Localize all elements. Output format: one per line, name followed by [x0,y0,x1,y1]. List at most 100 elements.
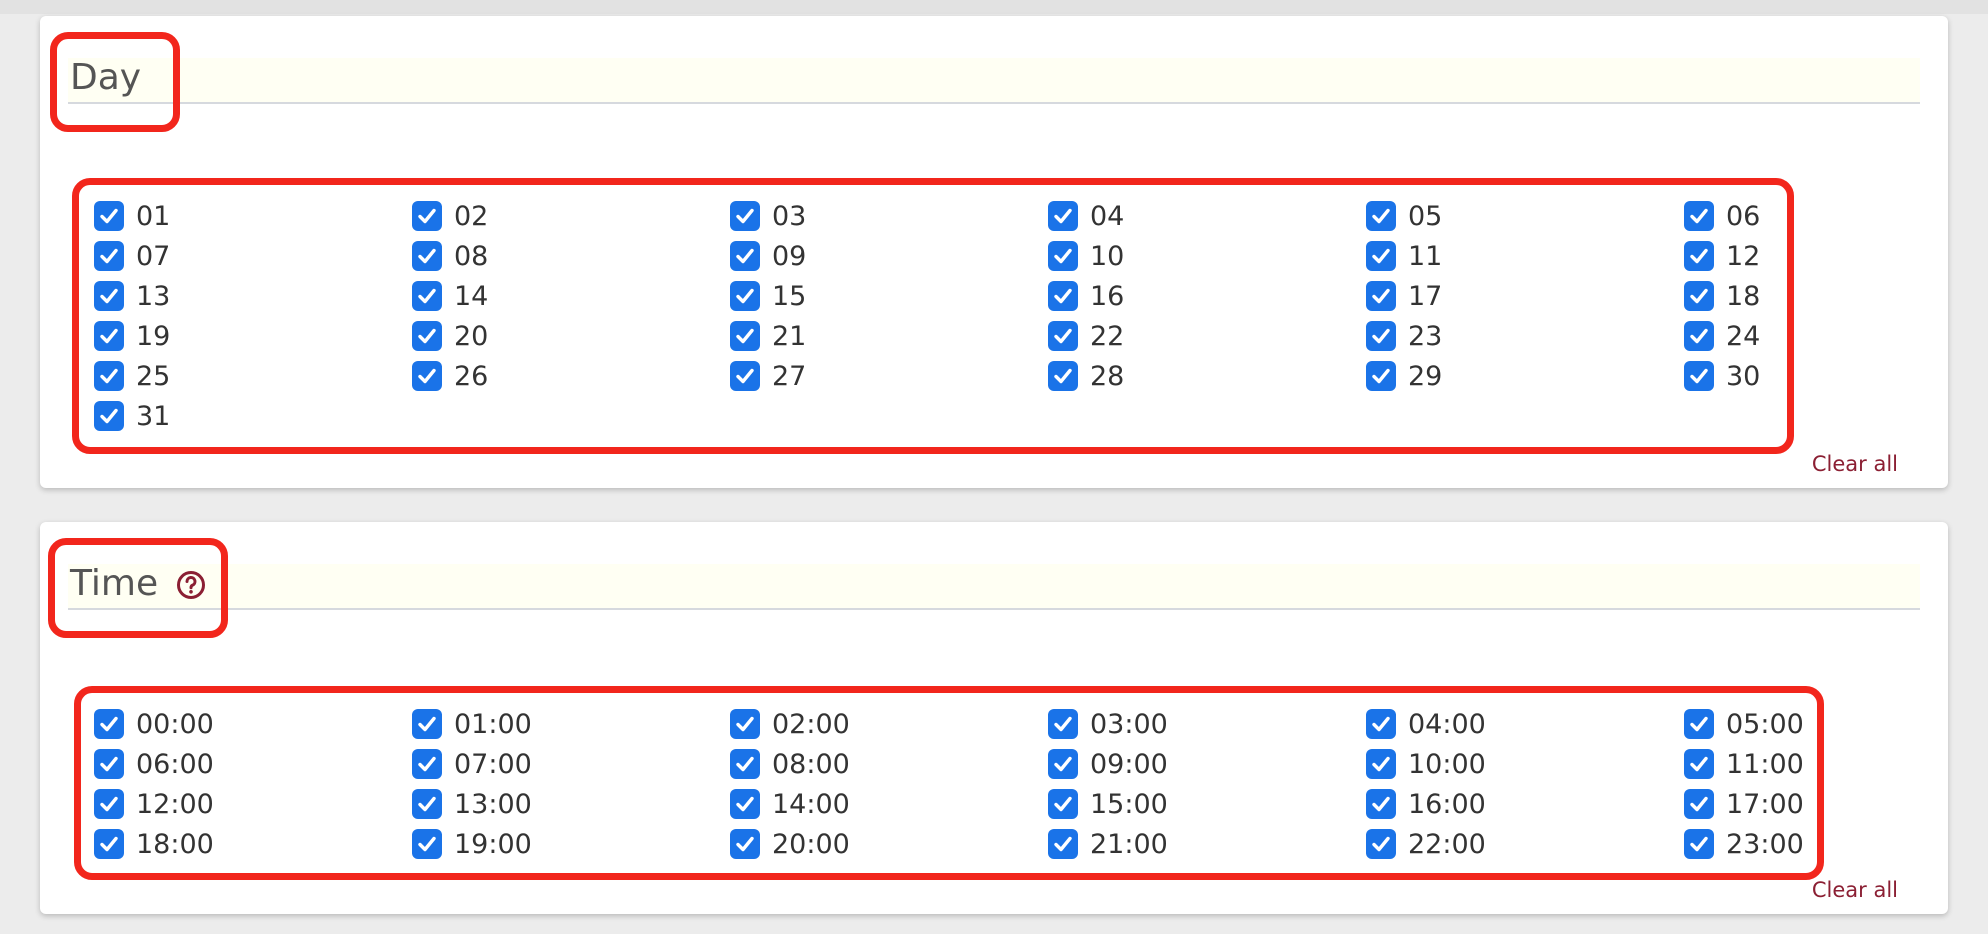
checkbox-item[interactable]: 12:00 [94,784,412,824]
checkbox-checked[interactable] [1048,321,1078,351]
checkbox-checked[interactable] [730,201,760,231]
checkbox-item[interactable]: 21:00 [1048,824,1366,864]
checkbox-item[interactable]: 23:00 [1684,824,1988,864]
checkbox-item[interactable]: 29 [1366,356,1684,396]
checkbox-item[interactable]: 13 [94,276,412,316]
checkbox-checked[interactable] [412,281,442,311]
checkbox-item[interactable]: 05:00 [1684,704,1988,744]
checkbox-checked[interactable] [1684,361,1714,391]
checkbox-item[interactable]: 11 [1366,236,1684,276]
checkbox-item[interactable]: 30 [1684,356,1988,396]
checkbox-checked[interactable] [1366,829,1396,859]
checkbox-item[interactable]: 20 [412,316,730,356]
checkbox-checked[interactable] [94,749,124,779]
checkbox-checked[interactable] [1684,749,1714,779]
checkbox-checked[interactable] [94,401,124,431]
checkbox-item[interactable]: 22:00 [1366,824,1684,864]
checkbox-checked[interactable] [1684,201,1714,231]
checkbox-item[interactable]: 02:00 [730,704,1048,744]
checkbox-item[interactable]: 07 [94,236,412,276]
checkbox-checked[interactable] [94,281,124,311]
checkbox-item[interactable]: 31 [94,396,412,436]
checkbox-item[interactable]: 09:00 [1048,744,1366,784]
checkbox-item[interactable]: 03 [730,196,1048,236]
checkbox-checked[interactable] [1684,241,1714,271]
checkbox-checked[interactable] [1684,321,1714,351]
checkbox-item[interactable]: 27 [730,356,1048,396]
checkbox-checked[interactable] [730,281,760,311]
checkbox-checked[interactable] [1366,749,1396,779]
checkbox-checked[interactable] [730,829,760,859]
time-clear-all-link[interactable]: Clear all [1812,878,1898,902]
checkbox-item[interactable]: 10:00 [1366,744,1684,784]
checkbox-checked[interactable] [412,321,442,351]
checkbox-item[interactable]: 21 [730,316,1048,356]
checkbox-checked[interactable] [94,201,124,231]
checkbox-checked[interactable] [1366,201,1396,231]
checkbox-item[interactable]: 17 [1366,276,1684,316]
checkbox-checked[interactable] [1366,361,1396,391]
checkbox-item[interactable]: 16:00 [1366,784,1684,824]
checkbox-checked[interactable] [730,749,760,779]
checkbox-item[interactable]: 19:00 [412,824,730,864]
checkbox-checked[interactable] [730,321,760,351]
checkbox-checked[interactable] [730,789,760,819]
checkbox-checked[interactable] [412,201,442,231]
checkbox-item[interactable]: 06:00 [94,744,412,784]
checkbox-item[interactable]: 19 [94,316,412,356]
checkbox-checked[interactable] [94,241,124,271]
checkbox-item[interactable]: 17:00 [1684,784,1988,824]
checkbox-checked[interactable] [412,749,442,779]
checkbox-item[interactable]: 04 [1048,196,1366,236]
checkbox-item[interactable]: 16 [1048,276,1366,316]
question-circle-icon[interactable] [176,570,206,600]
checkbox-checked[interactable] [1048,829,1078,859]
checkbox-checked[interactable] [1048,361,1078,391]
checkbox-item[interactable]: 18:00 [94,824,412,864]
checkbox-checked[interactable] [1048,201,1078,231]
checkbox-item[interactable]: 22 [1048,316,1366,356]
checkbox-checked[interactable] [1048,789,1078,819]
checkbox-item[interactable]: 11:00 [1684,744,1988,784]
checkbox-item[interactable]: 10 [1048,236,1366,276]
checkbox-checked[interactable] [1366,241,1396,271]
checkbox-checked[interactable] [412,789,442,819]
checkbox-item[interactable]: 14 [412,276,730,316]
checkbox-checked[interactable] [1048,749,1078,779]
checkbox-item[interactable]: 04:00 [1366,704,1684,744]
checkbox-checked[interactable] [1684,281,1714,311]
checkbox-checked[interactable] [1366,321,1396,351]
checkbox-item[interactable]: 13:00 [412,784,730,824]
checkbox-checked[interactable] [94,789,124,819]
checkbox-checked[interactable] [1684,789,1714,819]
checkbox-item[interactable]: 24 [1684,316,1988,356]
checkbox-item[interactable]: 14:00 [730,784,1048,824]
checkbox-item[interactable]: 25 [94,356,412,396]
checkbox-item[interactable]: 09 [730,236,1048,276]
checkbox-checked[interactable] [94,829,124,859]
checkbox-item[interactable]: 23 [1366,316,1684,356]
checkbox-item[interactable]: 28 [1048,356,1366,396]
checkbox-checked[interactable] [94,709,124,739]
checkbox-item[interactable]: 15:00 [1048,784,1366,824]
checkbox-checked[interactable] [730,361,760,391]
checkbox-item[interactable]: 26 [412,356,730,396]
checkbox-checked[interactable] [1048,241,1078,271]
checkbox-checked[interactable] [412,709,442,739]
checkbox-checked[interactable] [1366,789,1396,819]
checkbox-item[interactable]: 18 [1684,276,1988,316]
checkbox-checked[interactable] [1048,709,1078,739]
day-clear-all-link[interactable]: Clear all [1812,452,1898,476]
checkbox-item[interactable]: 02 [412,196,730,236]
checkbox-item[interactable]: 00:00 [94,704,412,744]
checkbox-checked[interactable] [1684,829,1714,859]
checkbox-checked[interactable] [1366,281,1396,311]
checkbox-item[interactable]: 03:00 [1048,704,1366,744]
checkbox-checked[interactable] [94,361,124,391]
checkbox-item[interactable]: 06 [1684,196,1988,236]
checkbox-item[interactable]: 07:00 [412,744,730,784]
checkbox-item[interactable]: 20:00 [730,824,1048,864]
checkbox-checked[interactable] [412,361,442,391]
checkbox-item[interactable]: 12 [1684,236,1988,276]
checkbox-item[interactable]: 05 [1366,196,1684,236]
